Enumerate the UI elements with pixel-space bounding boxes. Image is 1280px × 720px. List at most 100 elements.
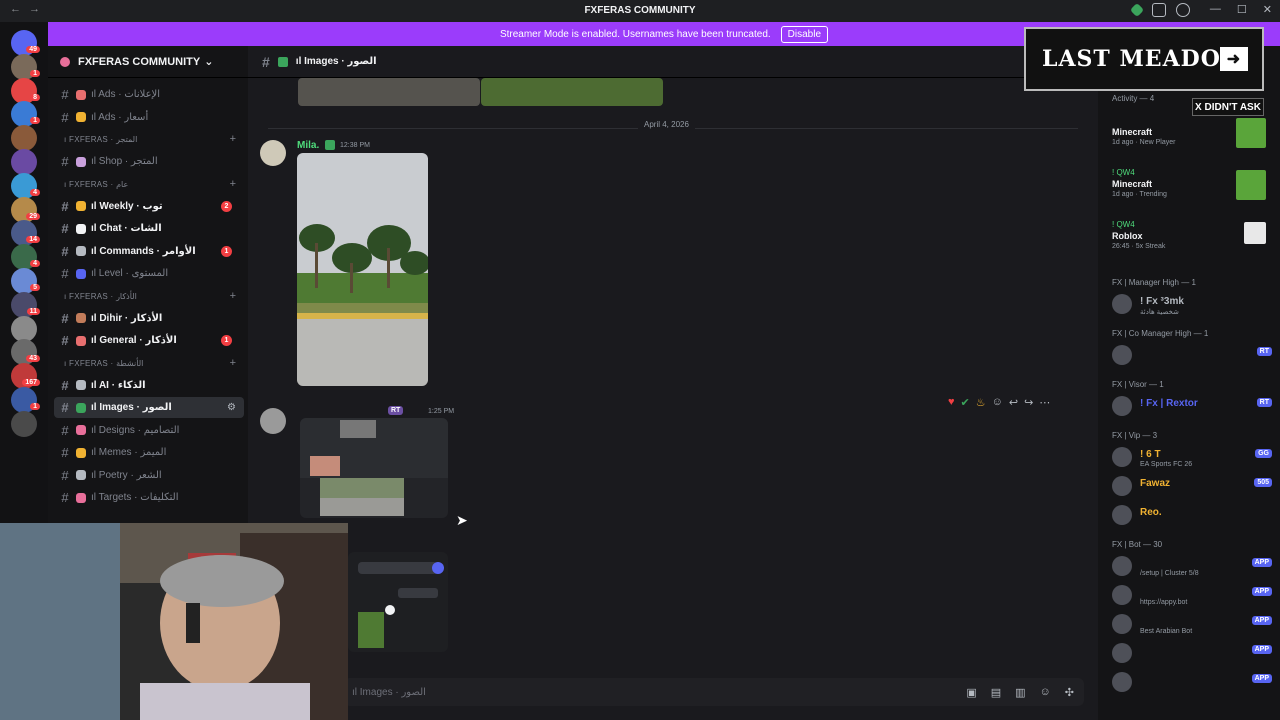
channel-item[interactable]: # ıl AI · الذكاء bbox=[54, 375, 244, 396]
hash-icon: # bbox=[61, 109, 69, 125]
channel-label: ıl Memes · الميمز bbox=[91, 447, 167, 458]
channel-item[interactable]: # ıl Ads · الإعلانات bbox=[54, 84, 244, 105]
message-input[interactable]: ıl Images · الصور ▣ ▤ ▥ ☺ ✣ bbox=[344, 678, 1084, 706]
channel-item[interactable]: # ıl Weekly · توب 2 bbox=[54, 196, 244, 217]
server-icon[interactable] bbox=[11, 125, 37, 152]
member-tag: APP bbox=[1251, 587, 1272, 596]
sticker-icon[interactable]: ▥ bbox=[1015, 686, 1025, 699]
minecraft-icon bbox=[1236, 118, 1266, 148]
avatar bbox=[1112, 556, 1132, 576]
banner-text: Streamer Mode is enabled. Usernames have… bbox=[499, 28, 771, 40]
channel-item[interactable]: # ıl Shop · المتجر bbox=[54, 151, 244, 172]
channel-category[interactable]: ı FXFERAS · الأنشطة bbox=[64, 359, 143, 368]
channel-category[interactable]: ı FXFERAS · عام bbox=[64, 180, 128, 189]
channel-item[interactable]: # ıl Designs · التصاميم bbox=[54, 420, 244, 441]
add-reaction-icon[interactable]: ☺ bbox=[992, 396, 1003, 409]
hash-icon: # bbox=[61, 198, 69, 214]
channel-item[interactable]: # ıl Commands · الأوامر 1 bbox=[54, 241, 244, 262]
message-timestamp: 1:25 PM bbox=[428, 408, 455, 415]
server-icon[interactable] bbox=[11, 315, 37, 342]
mention-badge: 11 bbox=[26, 307, 40, 315]
add-channel-icon[interactable]: + bbox=[230, 133, 236, 145]
channel-emoji-icon bbox=[76, 223, 86, 234]
heart-reaction-icon[interactable]: ♥ bbox=[948, 396, 955, 409]
mention-badge: 43 bbox=[26, 355, 40, 363]
channel-label: ıl Level · المستوى bbox=[91, 268, 169, 279]
avatar bbox=[1112, 643, 1132, 663]
previous-image-left[interactable] bbox=[298, 78, 480, 106]
message-actions: ♥ ✔ ♨ ☺ ↩ ↪ ⋯ bbox=[948, 396, 1050, 409]
unread-badge: 2 bbox=[221, 200, 232, 212]
title-bar: ←→ FXFERAS COMMUNITY — ☐ ✕ bbox=[0, 0, 1280, 22]
channel-item[interactable]: # ıl Poetry · الشعر bbox=[54, 465, 244, 486]
channel-title: ıl Images · الصور bbox=[295, 56, 377, 67]
channel-category[interactable]: ı FXFERAS · الأذكار bbox=[64, 292, 137, 301]
channel-emoji-icon bbox=[76, 112, 86, 122]
member-group-header: FX | Visor — 1 bbox=[1112, 380, 1164, 389]
forward-icon[interactable]: ↪ bbox=[1024, 396, 1033, 409]
channel-item[interactable]: # ıl Dihir · الأذكار bbox=[54, 308, 244, 329]
channel-item[interactable]: # ıl General · الأذكار 1 bbox=[54, 330, 244, 351]
mention-badge: 14 bbox=[26, 236, 40, 244]
gift-icon[interactable]: ▣ bbox=[966, 686, 976, 699]
emoji-icon[interactable]: ☺ bbox=[1040, 686, 1051, 699]
add-channel-icon[interactable]: + bbox=[230, 178, 236, 190]
window-title: FXFERAS COMMUNITY bbox=[584, 5, 696, 16]
channel-item[interactable]: # ıl Targets · التكليفات bbox=[54, 487, 244, 508]
close-button[interactable]: ✕ bbox=[1263, 3, 1272, 16]
member-tag: APP bbox=[1251, 558, 1272, 567]
channel-label: ıl AI · الذكاء bbox=[91, 379, 146, 391]
previous-image-right[interactable] bbox=[481, 78, 663, 106]
mention-badge: 1 bbox=[30, 403, 40, 410]
channel-item[interactable]: # ıl Images · الصور ⚙ bbox=[54, 397, 244, 418]
add-channel-icon[interactable]: + bbox=[230, 357, 236, 369]
screenshot-attachment-2[interactable] bbox=[348, 552, 448, 652]
channel-category[interactable]: ı FXFERAS · المتجر bbox=[64, 135, 137, 144]
maximize-button[interactable]: ☐ bbox=[1237, 3, 1247, 16]
server-icon[interactable] bbox=[11, 149, 37, 175]
avatar[interactable] bbox=[260, 140, 286, 166]
server-icon[interactable] bbox=[11, 410, 37, 437]
channel-label: ıl Images · الصور bbox=[91, 402, 172, 413]
screenshot-attachment[interactable] bbox=[300, 418, 448, 518]
member-name: Reo. bbox=[1140, 507, 1162, 518]
apps-icon[interactable]: ✣ bbox=[1065, 686, 1074, 699]
avatar bbox=[1112, 396, 1132, 416]
chevron-down-icon: ⌄ bbox=[204, 56, 214, 68]
nitro-icon[interactable] bbox=[1129, 2, 1145, 18]
channel-emoji-icon bbox=[76, 156, 86, 167]
reply-icon[interactable]: ↩ bbox=[1009, 396, 1018, 409]
channel-emoji-icon bbox=[76, 447, 86, 458]
channel-item[interactable]: # ıl Chat · الشات bbox=[54, 218, 244, 239]
help-icon[interactable] bbox=[1176, 3, 1190, 17]
channel-item[interactable]: # ıl Ads · أسعار bbox=[54, 107, 244, 128]
channel-item[interactable]: # ıl Memes · الميمز bbox=[54, 442, 244, 463]
gif-icon[interactable]: ▤ bbox=[991, 686, 1001, 699]
mention-badge: 4 bbox=[30, 260, 40, 268]
avatar bbox=[1112, 672, 1132, 692]
channel-item[interactable]: # ıl Level · المستوى bbox=[54, 263, 244, 284]
guild-header[interactable]: FXFERAS COMMUNITY ⌄ ⚇ bbox=[48, 46, 284, 78]
fire-reaction-icon[interactable]: ♨ bbox=[976, 396, 986, 409]
channel-emoji-icon bbox=[76, 89, 86, 100]
inbox-icon[interactable] bbox=[1152, 3, 1166, 17]
mention-badge: 29 bbox=[26, 212, 40, 220]
guild-name: FXFERAS COMMUNITY bbox=[78, 55, 201, 68]
avatar bbox=[1112, 614, 1132, 634]
palm-trees-photo[interactable] bbox=[297, 153, 428, 386]
add-channel-icon[interactable]: + bbox=[230, 290, 236, 302]
settings-gear-icon[interactable]: ⚙ bbox=[227, 402, 236, 413]
unread-badge: 1 bbox=[221, 335, 232, 346]
mention-badge: 8 bbox=[30, 93, 40, 101]
member-group-header: FX | Co Manager High — 1 bbox=[1112, 329, 1209, 338]
member-status: Best Arabian Bot bbox=[1140, 628, 1193, 635]
disable-button[interactable]: Disable bbox=[780, 25, 829, 43]
minimize-button[interactable]: — bbox=[1210, 3, 1221, 16]
more-icon[interactable]: ⋯ bbox=[1039, 396, 1050, 409]
minecraft-icon bbox=[1236, 170, 1266, 200]
guild-icon bbox=[60, 56, 70, 67]
message-author[interactable]: Mila. bbox=[297, 140, 319, 151]
role-icon bbox=[325, 140, 335, 150]
check-reaction-icon[interactable]: ✔ bbox=[961, 396, 970, 409]
avatar[interactable] bbox=[260, 408, 286, 434]
